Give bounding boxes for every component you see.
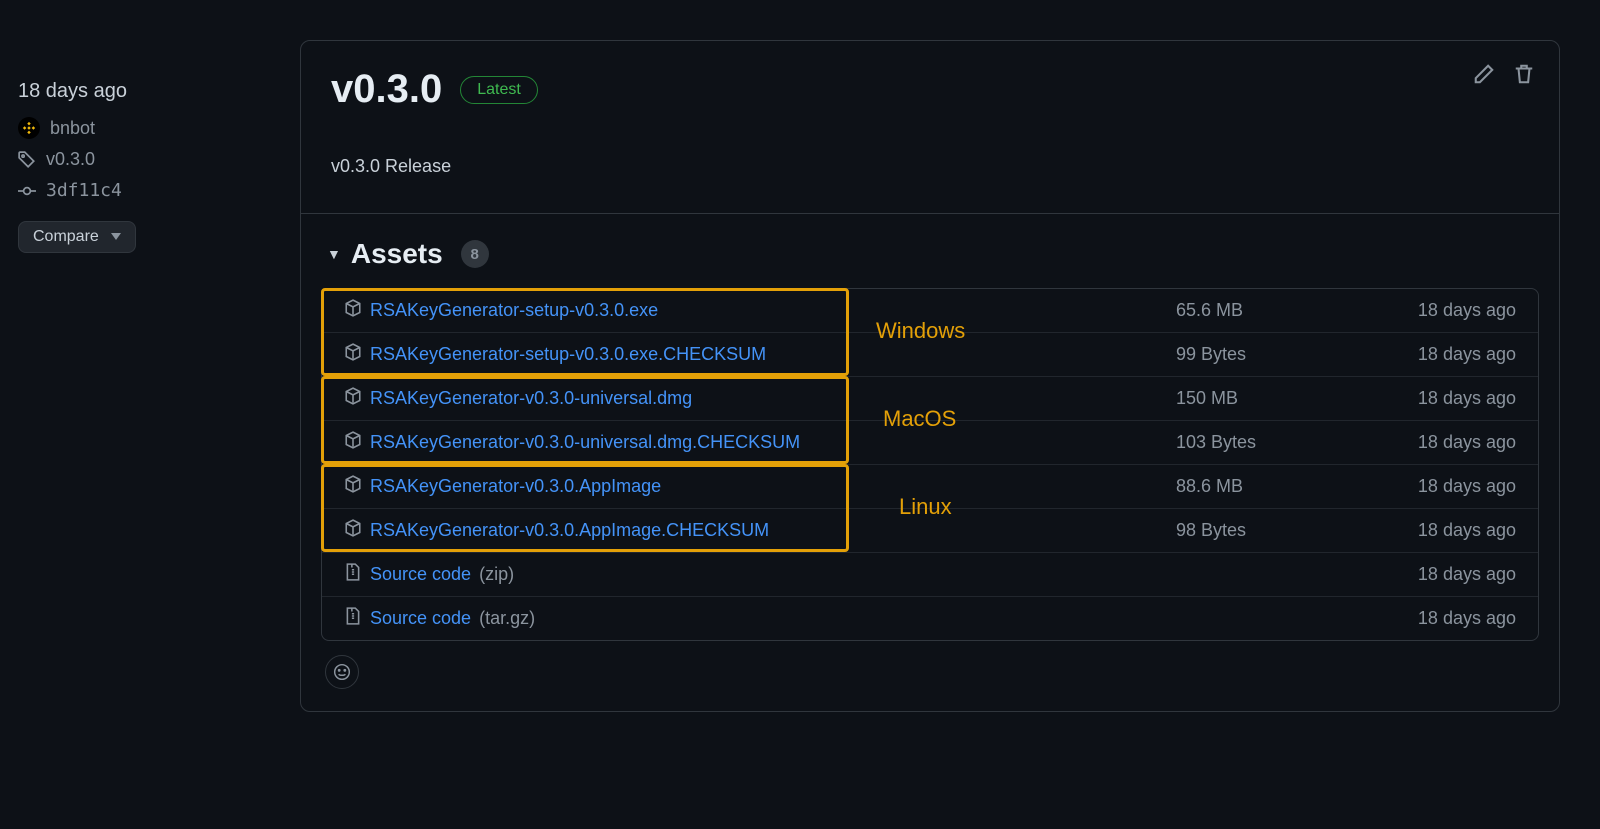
asset-filename: RSAKeyGenerator-v0.3.0.AppImage.CHECKSUM — [370, 520, 769, 541]
asset-row: Source code (zip) 18 days ago — [322, 552, 1538, 596]
asset-size: 99 Bytes — [1176, 344, 1336, 365]
package-icon — [344, 519, 362, 542]
tag-name: v0.3.0 — [46, 149, 95, 170]
chevron-down-icon — [111, 228, 121, 246]
page-root: 18 days ago bnbot v0.3.0 3df11c4 Compare — [0, 0, 1600, 712]
asset-size: 103 Bytes — [1176, 432, 1336, 453]
asset-extension: (tar.gz) — [479, 608, 535, 629]
commit-icon — [18, 182, 36, 200]
trash-icon[interactable] — [1513, 63, 1535, 90]
asset-row: Source code (tar.gz) 18 days ago — [322, 596, 1538, 640]
release-time-ago: 18 days ago — [18, 80, 262, 103]
package-icon — [344, 299, 362, 322]
file-zip-icon — [344, 563, 362, 586]
release-header: v0.3.0 Latest v0.3.0 Release — [301, 41, 1559, 214]
release-title: v0.3.0 — [331, 67, 442, 112]
asset-date: 18 days ago — [1336, 344, 1516, 365]
asset-date: 18 days ago — [1336, 388, 1516, 409]
asset-size: 88.6 MB — [1176, 476, 1336, 497]
asset-link[interactable]: RSAKeyGenerator-v0.3.0-universal.dmg.CHE… — [344, 431, 1176, 454]
asset-size: 65.6 MB — [1176, 300, 1336, 321]
commit-row[interactable]: 3df11c4 — [18, 180, 262, 201]
package-icon — [344, 431, 362, 454]
header-actions — [1473, 63, 1535, 90]
tag-row[interactable]: v0.3.0 — [18, 149, 262, 170]
asset-filename: RSAKeyGenerator-setup-v0.3.0.exe — [370, 300, 658, 321]
asset-date: 18 days ago — [1336, 520, 1516, 541]
assets-count-badge: 8 — [461, 240, 489, 268]
asset-date: 18 days ago — [1336, 564, 1516, 585]
assets-title: Assets — [351, 238, 443, 270]
tag-icon — [18, 151, 36, 169]
latest-badge: Latest — [460, 76, 538, 104]
asset-filename: RSAKeyGenerator-v0.3.0.AppImage — [370, 476, 661, 497]
asset-row: RSAKeyGenerator-v0.3.0-universal.dmg 150 … — [322, 376, 1538, 420]
asset-link[interactable]: Source code (zip) — [344, 563, 1176, 586]
asset-filename: Source code — [370, 564, 471, 585]
reaction-button[interactable] — [325, 655, 359, 689]
asset-date: 18 days ago — [1336, 608, 1516, 629]
package-icon — [344, 343, 362, 366]
collapse-icon: ▼ — [327, 246, 341, 262]
assets-table: RSAKeyGenerator-setup-v0.3.0.exe65.6 MB1… — [321, 288, 1539, 641]
asset-date: 18 days ago — [1336, 476, 1516, 497]
asset-link[interactable]: RSAKeyGenerator-v0.3.0.AppImage.CHECKSUM — [344, 519, 1176, 542]
release-description: v0.3.0 Release — [331, 156, 1529, 177]
asset-row: RSAKeyGenerator-v0.3.0.AppImage 88.6 MB18… — [322, 464, 1538, 508]
author-name: bnbot — [50, 118, 95, 139]
title-row: v0.3.0 Latest — [331, 67, 1529, 112]
asset-row: RSAKeyGenerator-setup-v0.3.0.exe 65.6 MB1… — [322, 289, 1538, 332]
asset-size: 150 MB — [1176, 388, 1336, 409]
main-panel: v0.3.0 Latest v0.3.0 Release ▼ Assets — [280, 0, 1600, 712]
compare-label: Compare — [33, 228, 99, 246]
asset-row: RSAKeyGenerator-v0.3.0.AppImage.CHECKSUM… — [322, 508, 1538, 552]
asset-link[interactable]: RSAKeyGenerator-v0.3.0.AppImage — [344, 475, 1176, 498]
asset-link[interactable]: RSAKeyGenerator-v0.3.0-universal.dmg — [344, 387, 1176, 410]
assets-wrapper: RSAKeyGenerator-setup-v0.3.0.exe65.6 MB1… — [321, 288, 1539, 641]
asset-row: RSAKeyGenerator-v0.3.0-universal.dmg.CHE… — [322, 420, 1538, 464]
package-icon — [344, 475, 362, 498]
asset-row: RSAKeyGenerator-setup-v0.3.0.exe.CHECKSU… — [322, 332, 1538, 376]
asset-link[interactable]: Source code (tar.gz) — [344, 607, 1176, 630]
commit-sha: 3df11c4 — [46, 180, 122, 201]
asset-link[interactable]: RSAKeyGenerator-setup-v0.3.0.exe.CHECKSU… — [344, 343, 1176, 366]
asset-filename: Source code — [370, 608, 471, 629]
asset-filename: RSAKeyGenerator-v0.3.0-universal.dmg.CHE… — [370, 432, 800, 453]
asset-date: 18 days ago — [1336, 300, 1516, 321]
author-row[interactable]: bnbot — [18, 117, 262, 139]
asset-filename: RSAKeyGenerator-v0.3.0-universal.dmg — [370, 388, 692, 409]
asset-filename: RSAKeyGenerator-setup-v0.3.0.exe.CHECKSU… — [370, 344, 766, 365]
file-zip-icon — [344, 607, 362, 630]
edit-icon[interactable] — [1473, 63, 1495, 90]
release-card: v0.3.0 Latest v0.3.0 Release ▼ Assets — [300, 40, 1560, 712]
compare-button[interactable]: Compare — [18, 221, 136, 253]
asset-size: 98 Bytes — [1176, 520, 1336, 541]
asset-link[interactable]: RSAKeyGenerator-setup-v0.3.0.exe — [344, 299, 1176, 322]
asset-extension: (zip) — [479, 564, 514, 585]
asset-date: 18 days ago — [1336, 432, 1516, 453]
author-avatar-icon — [18, 117, 40, 139]
release-sidebar: 18 days ago bnbot v0.3.0 3df11c4 Compare — [0, 0, 280, 712]
package-icon — [344, 387, 362, 410]
assets-section: ▼ Assets 8 RSAKeyGenerator-setup-v0.3.0.… — [301, 214, 1559, 711]
assets-header[interactable]: ▼ Assets 8 — [321, 232, 1539, 288]
